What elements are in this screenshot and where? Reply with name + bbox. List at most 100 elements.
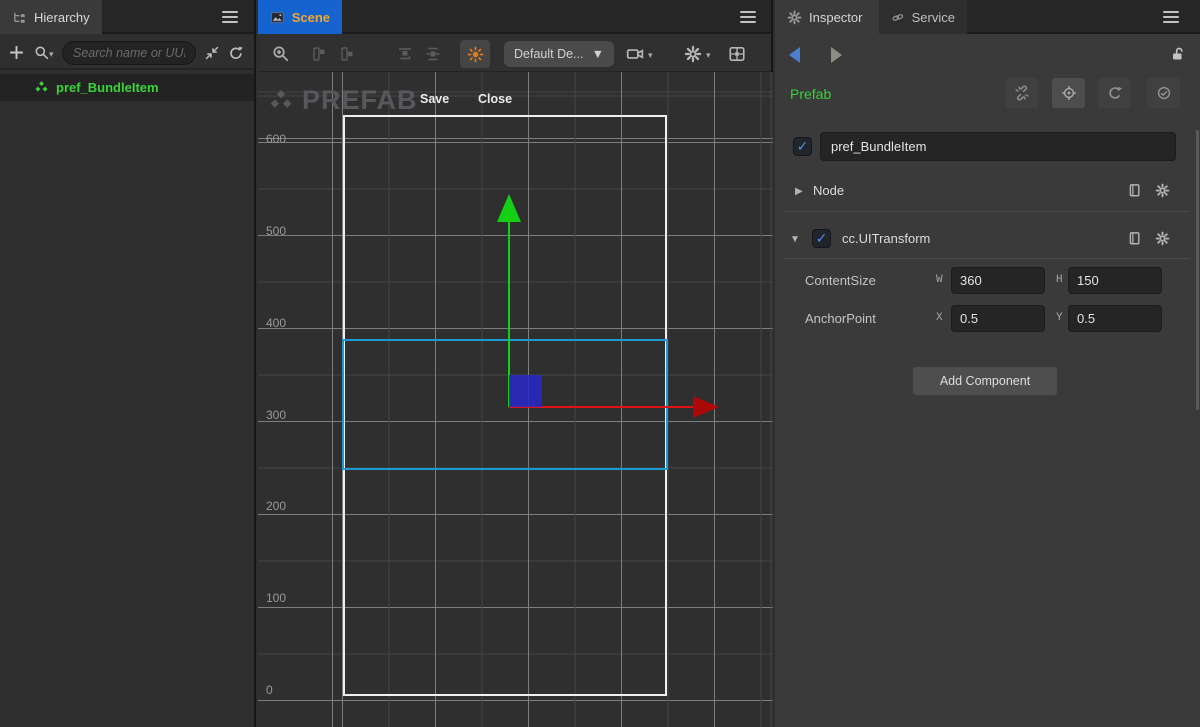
service-tab-label: Service (912, 10, 955, 25)
hierarchy-panel: Hierarchy ▾ pref_BundleItem (0, 0, 256, 727)
inspector-gear-icon (787, 10, 802, 25)
node-name-input[interactable] (820, 132, 1176, 161)
scene-gear-icon[interactable] (684, 45, 702, 63)
ruler-label: 600 (266, 132, 286, 146)
refresh-button[interactable] (228, 45, 244, 61)
camera-settings-icon[interactable] (626, 45, 644, 63)
node-settings-icon[interactable] (1155, 183, 1170, 198)
save-button[interactable]: Save (420, 92, 449, 106)
node-docs-icon[interactable] (1127, 183, 1142, 198)
inspector-tab-label: Inspector (809, 10, 862, 25)
ruler-label: 100 (266, 591, 286, 605)
tab-scene[interactable]: Scene (258, 0, 342, 34)
scene-viewport[interactable]: 600 500 400 300 200 100 0 PREFAB Save Cl… (258, 72, 773, 727)
contentsize-h-input[interactable] (1068, 267, 1162, 294)
editor-window: Hierarchy ▾ pref_BundleItem Scene (0, 0, 1200, 727)
contentsize-w-key: W (936, 274, 943, 286)
uitransform-settings-icon[interactable] (1155, 231, 1170, 246)
close-button[interactable]: Close (478, 92, 512, 106)
ruler-label: 400 (266, 316, 286, 330)
scene-image-icon (270, 10, 285, 25)
search-filter-caret-icon: ▾ (49, 49, 54, 60)
inspector-scrollbar[interactable] (1196, 130, 1199, 410)
prefab-watermark: PREFAB (268, 85, 418, 116)
ruler-label: 200 (266, 499, 286, 513)
history-forward-button[interactable] (831, 47, 842, 63)
zoom-tool-icon[interactable] (272, 45, 290, 63)
refresh-icon (1107, 85, 1123, 101)
inspector-tabbar: Inspector Service (775, 0, 1200, 34)
move-gizmo-handle[interactable] (509, 375, 542, 407)
prefab-locate-button[interactable] (1052, 78, 1085, 108)
scene-tabbar: Scene (258, 0, 771, 34)
contentsize-label: ContentSize (805, 273, 876, 288)
hierarchy-item-pref-bundleitem[interactable]: pref_BundleItem (0, 74, 254, 101)
ruler-label: 0 (266, 683, 273, 697)
view-mode-dropdown[interactable]: Default De... ▼ (504, 41, 614, 67)
hierarchy-toolbar: ▾ (0, 36, 254, 70)
tab-inspector[interactable]: Inspector (775, 0, 879, 34)
ruler-label: 300 (266, 408, 286, 422)
align-center-icon[interactable] (338, 45, 356, 63)
camera-caret-icon: ▾ (648, 50, 653, 61)
uitransform-docs-icon[interactable] (1127, 231, 1142, 246)
ruler-label: 500 (266, 224, 286, 238)
node-section-caret-icon[interactable]: ▶ (795, 186, 803, 197)
divider (783, 258, 1190, 259)
layout-grid-icon[interactable] (728, 45, 746, 63)
tab-service[interactable]: Service (879, 0, 967, 34)
prefab-watermark-label: PREFAB (302, 85, 418, 116)
anchorpoint-x-key: X (936, 312, 943, 324)
target-icon (1061, 85, 1077, 101)
create-node-button[interactable] (8, 44, 25, 61)
add-component-button[interactable]: Add Component (913, 367, 1057, 395)
uitransform-enabled-checkbox[interactable]: ✓ (812, 229, 831, 248)
service-link-icon (891, 10, 905, 25)
hierarchy-tabbar: Hierarchy (0, 0, 254, 34)
hierarchy-tab-label: Hierarchy (34, 10, 90, 25)
unlink-icon (1014, 85, 1030, 101)
hierarchy-tree-icon (12, 10, 27, 25)
uitransform-section-label: cc.UITransform (842, 231, 930, 246)
history-back-button[interactable] (789, 47, 800, 63)
scene-toolbar: Default De... ▼ ▾ ▾ (258, 36, 771, 72)
prefab-reset-button[interactable] (1098, 78, 1131, 108)
scene-tab-label: Scene (292, 10, 330, 25)
hierarchy-menu-button[interactable] (222, 11, 238, 23)
anchorpoint-label: AnchorPoint (805, 311, 876, 326)
collapse-all-button[interactable] (204, 45, 220, 61)
lock-open-icon[interactable] (1169, 45, 1186, 62)
anchorpoint-y-key: Y (1056, 312, 1063, 324)
prefab-cube-icon (34, 80, 49, 95)
node-section-label: Node (813, 183, 844, 198)
search-filter-icon[interactable] (34, 45, 50, 61)
inspector-menu-button[interactable] (1163, 11, 1179, 23)
search-input[interactable] (62, 41, 196, 65)
align-left-icon[interactable] (310, 45, 328, 63)
prefab-apply-button[interactable] (1147, 78, 1180, 108)
anchorpoint-y-input[interactable] (1068, 305, 1162, 332)
prefab-watermark-icon (268, 88, 294, 114)
x-axis-arrowhead-icon[interactable] (693, 396, 719, 418)
anchorpoint-x-input[interactable] (951, 305, 1045, 332)
node-active-checkbox[interactable]: ✓ (793, 137, 812, 156)
y-axis-arrowhead-icon[interactable] (497, 194, 521, 222)
inspector-panel: Inspector Service Prefab ✓ ▶ Node ▼ ✓ (775, 0, 1200, 727)
gear-caret-icon: ▾ (706, 50, 711, 61)
uitransform-caret-icon[interactable]: ▼ (790, 234, 800, 245)
contentsize-w-input[interactable] (951, 267, 1045, 294)
distribute-top-icon[interactable] (396, 45, 414, 63)
node-bounds-gizmo[interactable] (342, 339, 668, 470)
hierarchy-item-label: pref_BundleItem (56, 80, 159, 95)
sun-icon (467, 46, 484, 63)
distribute-middle-icon[interactable] (424, 45, 442, 63)
scene-panel: Scene Default De... ▼ ▾ ▾ (258, 0, 773, 727)
gizmo-light-toggle[interactable] (460, 40, 490, 68)
view-mode-value: Default De... (514, 47, 583, 61)
check-circle-icon (1156, 85, 1172, 101)
prefab-unlink-button[interactable] (1005, 78, 1038, 108)
chevron-down-icon: ▼ (592, 47, 604, 61)
scene-menu-button[interactable] (740, 11, 756, 23)
contentsize-h-key: H (1056, 274, 1063, 286)
tab-hierarchy[interactable]: Hierarchy (0, 0, 102, 34)
